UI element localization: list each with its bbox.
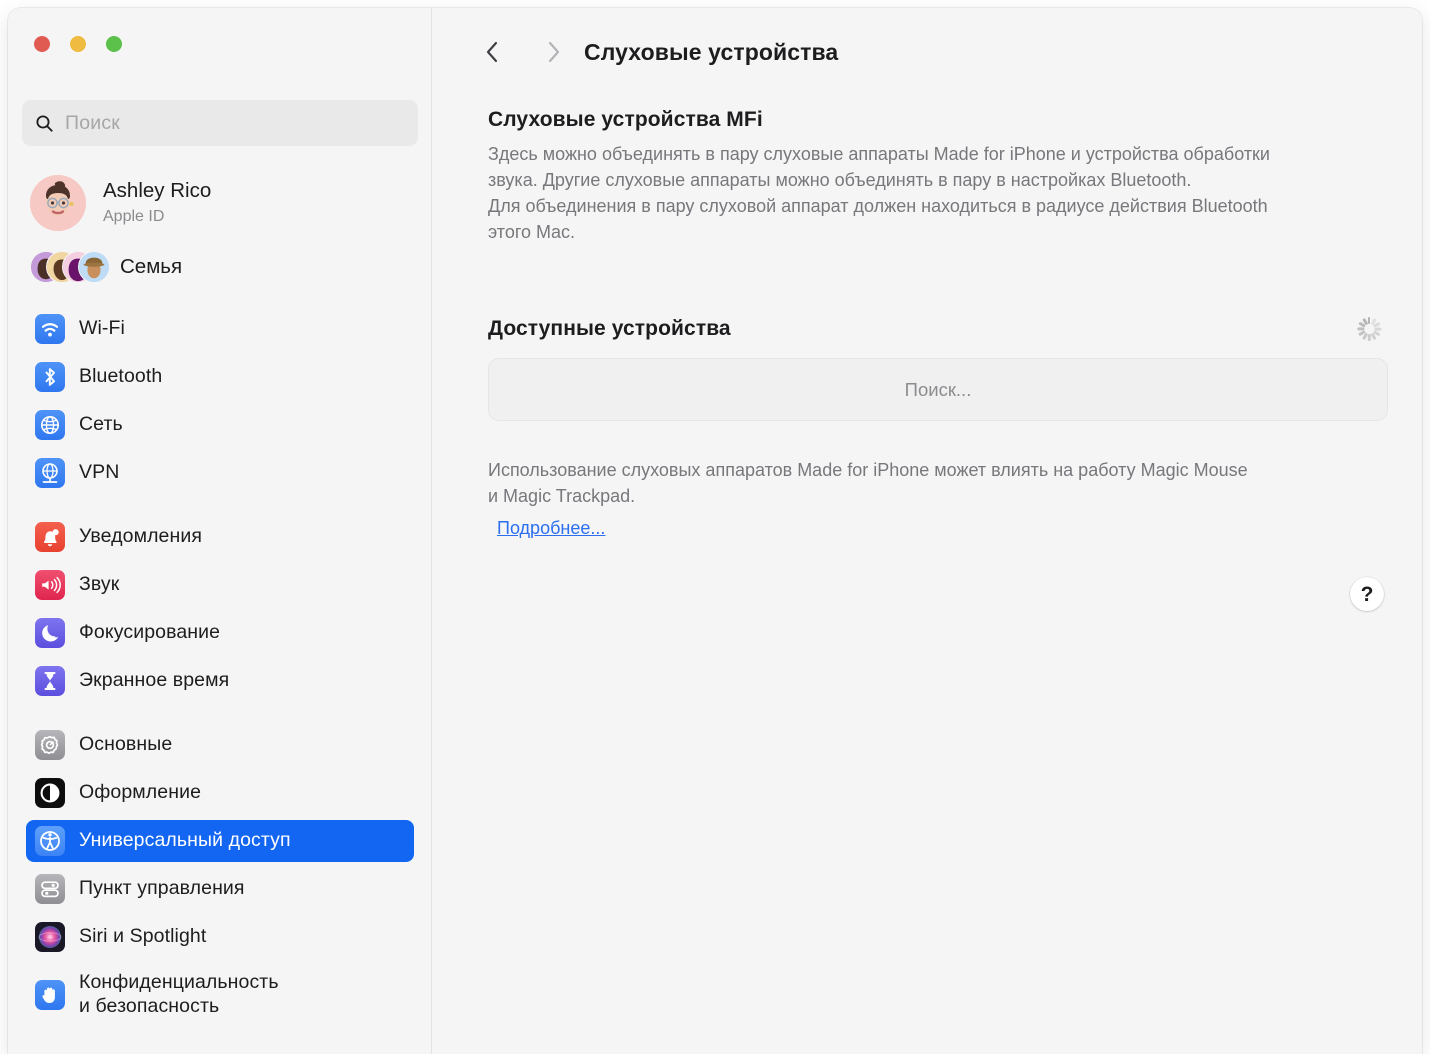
sidebar-item-label: Универсальный доступ bbox=[79, 829, 291, 852]
footer-note: Использование слуховых аппаратов Made fo… bbox=[488, 457, 1388, 539]
forward-button[interactable] bbox=[532, 30, 576, 74]
sidebar-item-notifications[interactable]: Уведомления bbox=[26, 516, 414, 558]
network-globe-icon bbox=[35, 410, 65, 440]
sidebar-item-label: Bluetooth bbox=[79, 365, 163, 388]
account-subtitle: Apple ID bbox=[103, 207, 165, 225]
focus-moon-icon bbox=[35, 618, 65, 648]
activity-spinner-icon bbox=[1356, 316, 1382, 342]
available-devices-title: Доступные устройства bbox=[488, 317, 731, 340]
account-name: Ashley Rico bbox=[103, 178, 212, 202]
sidebar-item-label-line2: и безопасность bbox=[79, 995, 220, 1017]
footer-line-2: и Magic Trackpad. bbox=[488, 486, 636, 506]
family-avatars bbox=[30, 246, 110, 288]
footer-line-1: Использование слуховых аппаратов Made fo… bbox=[488, 460, 1248, 480]
control-center-toggles-icon bbox=[35, 874, 65, 904]
siri-icon bbox=[35, 922, 65, 952]
sidebar-group-system: Уведомления Звук Фокусирование Экранное … bbox=[8, 516, 432, 702]
screen-time-hourglass-icon bbox=[35, 666, 65, 696]
section-description: Здесь можно объединять в пару слуховые а… bbox=[488, 141, 1378, 245]
window-traffic-lights bbox=[34, 36, 122, 52]
available-devices-box[interactable]: Поиск... bbox=[488, 358, 1388, 421]
description-line-4: этого Mac. bbox=[488, 222, 576, 242]
account-row[interactable]: Ashley Rico Apple ID bbox=[30, 171, 420, 235]
devices-status-text: Поиск... bbox=[904, 378, 972, 400]
sound-speaker-icon bbox=[35, 570, 65, 600]
footer-text: Использование слуховых аппаратов Made fo… bbox=[488, 457, 1358, 509]
back-button[interactable] bbox=[470, 30, 514, 74]
sidebar-item-bluetooth[interactable]: Bluetooth bbox=[26, 356, 414, 398]
sidebar-item-label: Основные bbox=[79, 733, 173, 756]
zoom-button[interactable] bbox=[106, 36, 122, 52]
sidebar-item-label: Экранное время bbox=[79, 669, 230, 692]
help-button[interactable]: ? bbox=[1350, 577, 1384, 611]
sidebar-group-network: Wi-Fi Bluetooth Сеть VPN bbox=[8, 308, 432, 494]
bluetooth-icon bbox=[35, 362, 65, 392]
sidebar-item-label: Конфиденциальность и безопасность bbox=[79, 971, 279, 1019]
accessibility-icon bbox=[35, 826, 65, 856]
sidebar-item-label-line1: Конфиденциальность bbox=[79, 971, 279, 994]
sidebar-item-accessibility[interactable]: Универсальный доступ bbox=[26, 820, 414, 862]
sidebar-item-sound[interactable]: Звук bbox=[26, 564, 414, 606]
sidebar-item-control-center[interactable]: Пункт управления bbox=[26, 868, 414, 910]
avatar bbox=[30, 175, 86, 231]
sidebar-item-screentime[interactable]: Экранное время bbox=[26, 660, 414, 702]
page-title: Слуховые устройства bbox=[584, 39, 839, 65]
search-placeholder: Поиск bbox=[65, 111, 121, 134]
sidebar-item-label: Звук bbox=[79, 573, 120, 596]
sidebar-item-focus[interactable]: Фокусирование bbox=[26, 612, 414, 654]
sidebar-item-label: Siri и Spotlight bbox=[79, 925, 207, 948]
close-button[interactable] bbox=[34, 36, 50, 52]
sidebar-item-label: Оформление bbox=[79, 781, 202, 804]
appearance-contrast-icon bbox=[35, 778, 65, 808]
description-line-3: Для объединения в пару слуховой аппарат … bbox=[488, 196, 1268, 216]
description-line-2: звука. Другие слуховые аппараты можно об… bbox=[488, 170, 1192, 190]
description-line-1: Здесь можно объединять в пару слуховые а… bbox=[488, 144, 1270, 164]
chevron-left-icon bbox=[486, 41, 498, 63]
settings-window: Поиск Ashley Rico Apple ID Семья Wi-Fi B… bbox=[8, 8, 1422, 1054]
section-heading: Слуховые устройства MFi bbox=[488, 108, 763, 131]
search-icon bbox=[36, 114, 53, 132]
sidebar-item-label: Уведомления bbox=[79, 525, 203, 548]
sidebar-item-label: Сеть bbox=[79, 413, 123, 436]
sidebar-item-label: Wi-Fi bbox=[79, 317, 125, 340]
sidebar-item-appearance[interactable]: Оформление bbox=[26, 772, 414, 814]
family-avatar-4 bbox=[78, 251, 110, 283]
sidebar-item-family[interactable]: Семья bbox=[30, 244, 420, 290]
notifications-bell-icon bbox=[35, 522, 65, 552]
sidebar-item-wifi[interactable]: Wi-Fi bbox=[26, 308, 414, 350]
sidebar-item-network[interactable]: Сеть bbox=[26, 404, 414, 446]
sidebar-group-personal: Основные Оформление Универсальный доступ… bbox=[8, 724, 432, 1026]
toolbar: Слуховые устройства bbox=[432, 8, 1422, 96]
sidebar-nav: Wi-Fi Bluetooth Сеть VPN Уведомления Зву… bbox=[8, 308, 432, 1048]
chevron-right-icon bbox=[548, 41, 560, 63]
general-gear-icon bbox=[35, 730, 65, 760]
sidebar-item-siri-spotlight[interactable]: Siri и Spotlight bbox=[26, 916, 414, 958]
wifi-icon bbox=[35, 314, 65, 344]
available-devices-header: Доступные устройства bbox=[488, 316, 1388, 342]
content-body: Слуховые устройства MFi Здесь можно объе… bbox=[488, 108, 1388, 539]
search-input[interactable]: Поиск bbox=[22, 100, 418, 146]
sidebar-item-general[interactable]: Основные bbox=[26, 724, 414, 766]
sidebar-item-vpn[interactable]: VPN bbox=[26, 452, 414, 494]
sidebar-item-label: VPN bbox=[79, 461, 120, 484]
learn-more-link[interactable]: Подробнее... bbox=[497, 518, 605, 539]
sidebar-item-label: Фокусирование bbox=[79, 621, 221, 644]
family-label: Семья bbox=[120, 255, 183, 278]
main-content: Слуховые устройства Слуховые устройства … bbox=[432, 8, 1422, 1054]
minimize-button[interactable] bbox=[70, 36, 86, 52]
sidebar-item-privacy-security[interactable]: Конфиденциальность и безопасность bbox=[26, 964, 414, 1026]
privacy-hand-icon bbox=[35, 980, 65, 1010]
sidebar: Поиск Ashley Rico Apple ID Семья Wi-Fi B… bbox=[8, 8, 432, 1054]
sidebar-item-label: Пункт управления bbox=[79, 877, 245, 900]
vpn-globe-icon bbox=[35, 458, 65, 488]
